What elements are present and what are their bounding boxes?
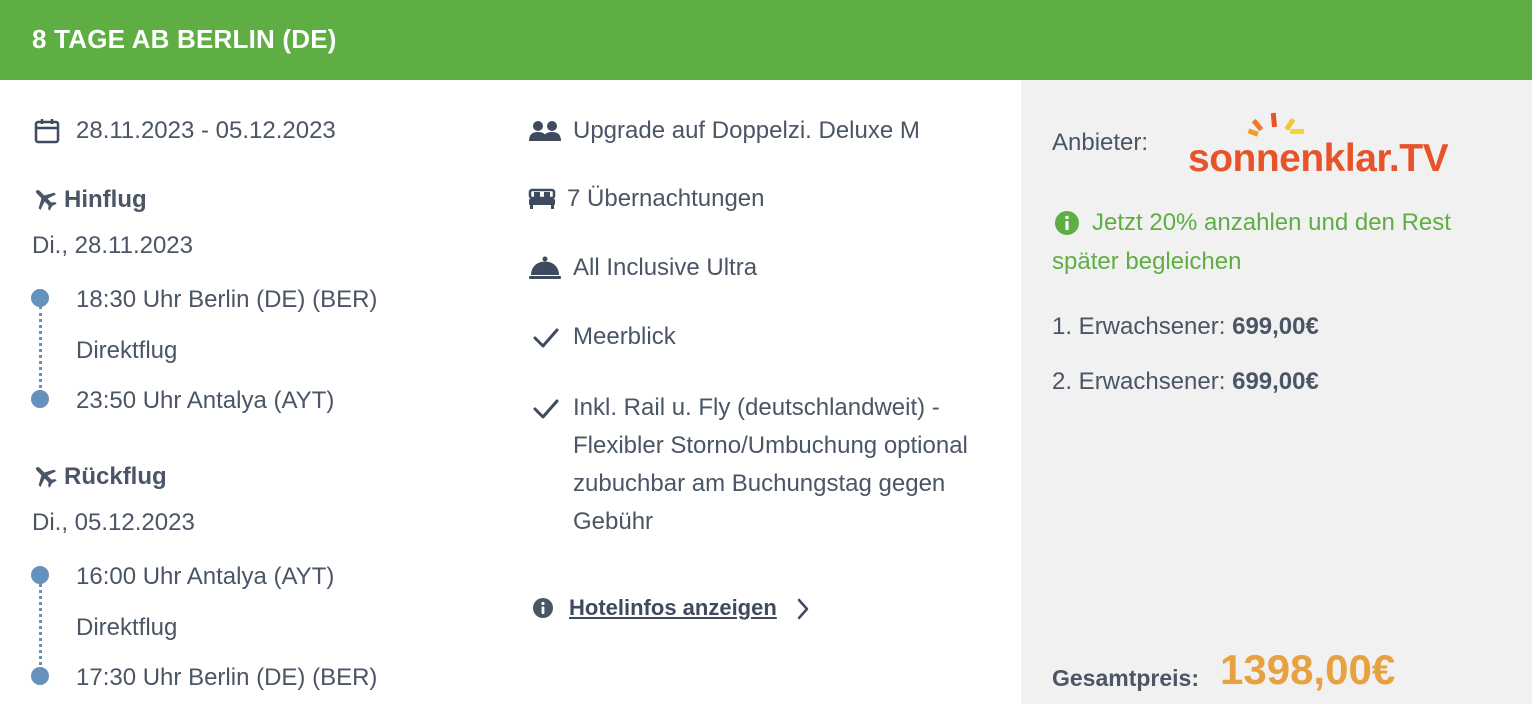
plane-icon xyxy=(35,466,57,488)
bed-icon xyxy=(528,188,556,209)
outbound-heading: Hinflug xyxy=(64,186,147,213)
board-type: All Inclusive Ultra xyxy=(573,254,758,281)
provider-label: Anbieter: xyxy=(1052,129,1149,156)
return-departure: 16:00 Uhr Antalya (AYT) xyxy=(76,563,335,590)
return-flight-type: Direktflug xyxy=(76,614,178,641)
view-feature: Meerblick xyxy=(573,323,676,350)
adult2-price: 699,00€ xyxy=(1232,368,1319,395)
outbound-date: Di., 28.11.2023 xyxy=(32,232,194,259)
offer-title: 8 TAGE AB BERLIN (DE) xyxy=(32,24,337,54)
outbound-departure-dot xyxy=(31,289,49,307)
outbound-timeline-line xyxy=(39,306,42,394)
return-departure-dot xyxy=(31,566,49,584)
return-arrival-dot xyxy=(31,667,49,685)
adult1-row: 1. Erwachsener: 699,00€ xyxy=(1052,313,1319,341)
check-icon xyxy=(533,328,559,348)
plane-icon xyxy=(35,189,57,211)
return-heading: Rückflug xyxy=(64,463,167,490)
room-upgrade: Upgrade auf Doppelzi. Deluxe M xyxy=(573,117,920,144)
outbound-departure: 18:30 Uhr Berlin (DE) (BER) xyxy=(76,286,378,313)
travel-dates: 28.11.2023 - 05.12.2023 xyxy=(76,117,336,144)
nights: 7 Übernachtungen xyxy=(567,185,765,212)
adult2-row: 2. Erwachsener: 699,00€ xyxy=(1052,368,1319,396)
return-date: Di., 05.12.2023 xyxy=(32,509,195,536)
outbound-arrival-dot xyxy=(31,390,49,408)
adult1-label: 1. Erwachsener: xyxy=(1052,313,1226,340)
outbound-flight-type: Direktflug xyxy=(76,337,178,364)
total-label: Gesamtpreis: xyxy=(1052,665,1200,691)
check-icon xyxy=(533,399,559,419)
provider-logo-text: sonnenklar.TV xyxy=(1188,137,1449,180)
extra-feature: Inkl. Rail u. Fly (deutschlandweit) - Fl… xyxy=(573,394,968,535)
deposit-note: Jetzt 20% anzahlen und den Rest später b… xyxy=(1052,209,1451,275)
provider-logo: sonnenklar.TV xyxy=(1188,111,1468,181)
cloche-icon xyxy=(529,256,561,279)
offer-header: 8 TAGE AB BERLIN (DE) xyxy=(0,0,1532,80)
return-arrival: 17:30 Uhr Berlin (DE) (BER) xyxy=(76,664,378,691)
chevron-right-icon[interactable] xyxy=(796,598,810,620)
info-icon xyxy=(533,598,553,618)
outbound-arrival: 23:50 Uhr Antalya (AYT) xyxy=(76,387,335,414)
people-icon xyxy=(529,121,561,141)
adult2-label: 2. Erwachsener: xyxy=(1052,368,1226,395)
return-timeline-line xyxy=(39,583,42,673)
adult1-price: 699,00€ xyxy=(1232,313,1319,340)
hotel-info-link[interactable]: Hotelinfos anzeigen xyxy=(569,595,777,621)
total-price: 1398,00€ xyxy=(1220,646,1396,693)
calendar-icon xyxy=(34,119,60,144)
